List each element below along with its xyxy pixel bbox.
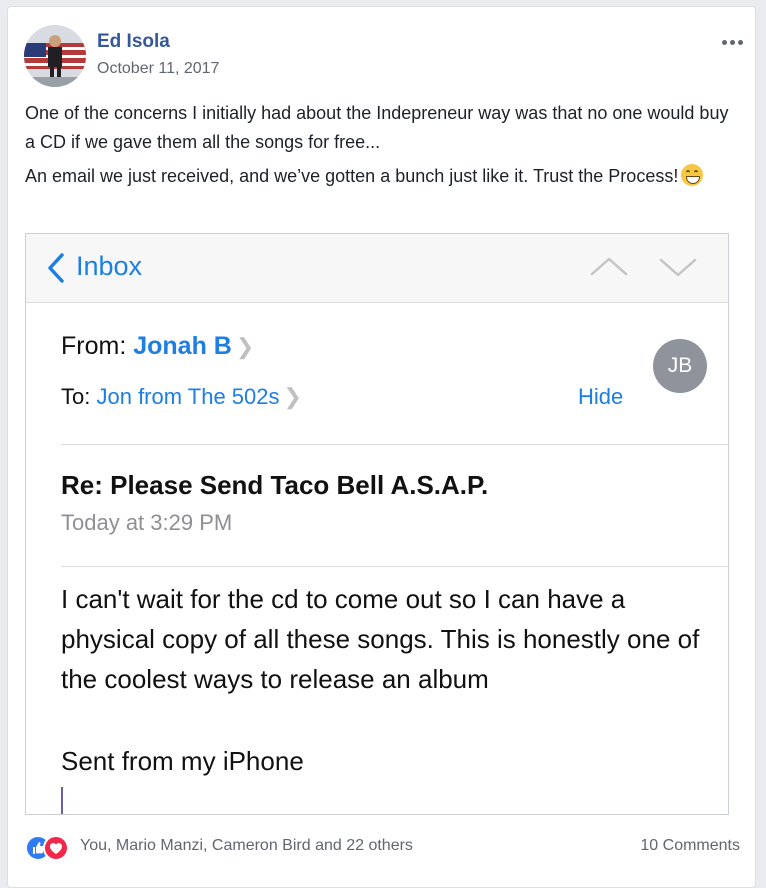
divider — [61, 566, 728, 567]
more-options-icon[interactable] — [719, 29, 743, 50]
back-chevron-icon — [48, 253, 64, 283]
sender-avatar: JB — [653, 339, 707, 393]
chevron-right-icon: ❯ — [283, 384, 302, 409]
previous-message-icon — [590, 257, 628, 276]
author-name[interactable]: Ed Isola — [97, 31, 170, 53]
post-text-paragraph-2: An email we just received, and we’ve got… — [25, 162, 740, 191]
next-message-icon — [659, 258, 697, 277]
email-body: I can't wait for the cd to come out so I… — [61, 584, 700, 694]
to-row: To: Jon from The 502s ❯ — [61, 384, 302, 410]
email-timestamp: Today at 3:29 PM — [61, 510, 233, 535]
text-cursor — [61, 787, 63, 814]
from-row: From: Jonah B ❯ — [61, 332, 254, 361]
reactions-summary[interactable]: You, Mario Manzi, Cameron Bird and 22 ot… — [80, 837, 413, 855]
from-sender-name: Jonah B — [133, 332, 232, 360]
reactions-bar: You, Mario Manzi, Cameron Bird and 22 ot… — [25, 833, 740, 863]
inbox-back-label: Inbox — [76, 251, 143, 281]
email-screenshot-image[interactable]: Inbox From: Jonah B ❯ To: Jon from The 50… — [25, 233, 729, 815]
chevron-right-icon: ❯ — [235, 334, 255, 359]
email-subject: Re: Please Send Taco Bell A.S.A.P. — [61, 470, 489, 500]
from-label: From: — [61, 332, 127, 360]
grinning-face-emoji-icon — [681, 164, 704, 186]
love-icon — [43, 835, 69, 861]
email-navbar: Inbox — [26, 234, 728, 303]
reaction-icons[interactable] — [25, 835, 69, 861]
comments-count-link[interactable]: 10 Comments — [640, 837, 740, 855]
hide-details-link: Hide — [578, 384, 624, 409]
email-signature: Sent from my iPhone — [61, 746, 304, 776]
to-recipient-name: Jon from The 502s — [96, 384, 280, 409]
divider — [61, 444, 728, 445]
author-avatar[interactable] — [24, 25, 86, 87]
post-card: Ed Isola October 11, 2017 One of the con… — [7, 6, 756, 888]
post-text-paragraph-2-content: An email we just received, and we’ve got… — [25, 166, 679, 186]
post-text-paragraph-1: One of the concerns I initially had abou… — [25, 103, 729, 152]
post-date[interactable]: October 11, 2017 — [97, 60, 219, 78]
to-label: To: — [61, 384, 91, 409]
